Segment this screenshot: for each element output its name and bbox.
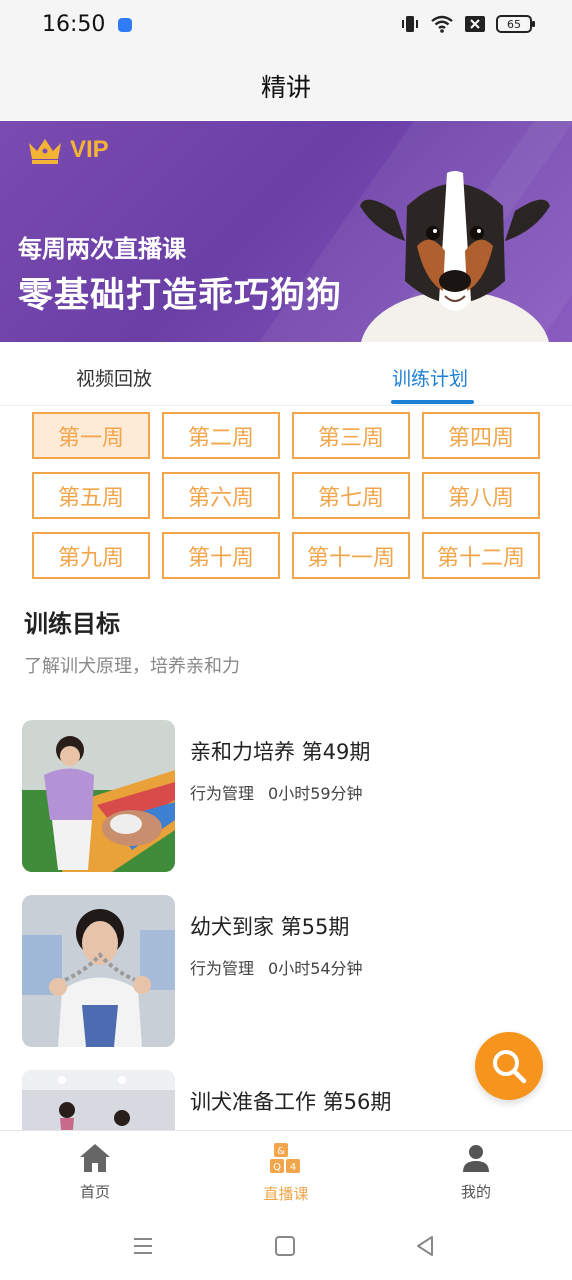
week-button-9[interactable]: 第九周 — [32, 532, 150, 579]
week-button-4[interactable]: 第四周 — [422, 412, 540, 459]
app-screen: 16:50 65 精讲 VIP 每周两次直播课 零基础打造乖巧狗狗 视频回放 训… — [0, 0, 572, 1280]
no-sim-icon — [465, 16, 485, 32]
course-meta: 行为管理 0小时59分钟 — [190, 780, 377, 804]
tabbar-item-home[interactable]: 首页 — [50, 1141, 140, 1202]
content-tabs: 视频回放 训练计划 — [0, 342, 572, 406]
app-notification-icon — [118, 18, 132, 32]
status-icons: 65 — [400, 14, 535, 34]
tabbar-item-mine[interactable]: 我的 — [431, 1141, 521, 1202]
dog-illustration — [360, 171, 550, 342]
back-icon[interactable] — [413, 1234, 437, 1258]
tab-training-plan[interactable]: 训练计划 — [392, 364, 468, 391]
course-meta: 行为管理 0小时54分钟 — [190, 955, 377, 979]
course-thumbnail — [22, 895, 175, 1047]
week-selector: 第一周 第二周 第三周 第四周 第五周 第六周 第七周 第八周 第九周 第十周 … — [32, 412, 542, 579]
vibrate-icon — [402, 16, 418, 32]
course-category: 行为管理 — [190, 959, 255, 978]
week-button-12[interactable]: 第十二周 — [422, 532, 540, 579]
tabbar-label-live: 直播课 — [263, 1185, 309, 1203]
tabbar-item-live[interactable]: & Q 4 直播课 — [241, 1141, 331, 1204]
svg-text:Q: Q — [273, 1162, 281, 1173]
training-goal-description: 了解训犬原理，培养亲和力 — [24, 656, 240, 677]
course-item[interactable]: 幼犬到家 第55期 行为管理 0小时54分钟 — [22, 895, 552, 1047]
banner-subtitle: 每周两次直播课 — [18, 235, 186, 263]
system-nav-bar — [0, 1214, 572, 1280]
tabbar-label-home: 首页 — [79, 1183, 110, 1201]
week-button-7[interactable]: 第七周 — [292, 472, 410, 519]
search-icon — [493, 1050, 527, 1084]
week-button-10[interactable]: 第十周 — [162, 532, 280, 579]
course-thumbnail — [22, 720, 175, 872]
status-bar: 16:50 65 — [0, 0, 572, 52]
course-item[interactable]: 亲和力培养 第49期 行为管理 0小时59分钟 — [22, 720, 552, 872]
active-tab-indicator — [391, 400, 474, 404]
tabbar-label-mine: 我的 — [460, 1183, 491, 1201]
qa-blocks-icon: & Q 4 — [270, 1143, 300, 1173]
banner-headline: 零基础打造乖巧狗狗 — [18, 276, 343, 316]
search-button[interactable] — [475, 1032, 543, 1100]
wifi-icon — [431, 15, 453, 33]
week-button-11[interactable]: 第十一周 — [292, 532, 410, 579]
vip-label: VIP — [70, 136, 109, 163]
bottom-tab-bar: 首页 & Q 4 直播课 我的 — [0, 1130, 572, 1214]
course-duration: 0小时59分钟 — [268, 784, 363, 803]
vip-banner[interactable]: VIP 每周两次直播课 零基础打造乖巧狗狗 — [0, 121, 572, 342]
training-goal-heading: 训练目标 — [24, 610, 120, 638]
crown-icon — [29, 139, 61, 164]
tab-video-replay[interactable]: 视频回放 — [76, 364, 152, 391]
course-title: 训犬准备工作 第56期 — [190, 1090, 392, 1114]
svg-text:4: 4 — [290, 1162, 296, 1173]
week-button-1[interactable]: 第一周 — [32, 412, 150, 459]
course-title: 幼犬到家 第55期 — [190, 915, 350, 939]
nav-bar: 精讲 — [0, 52, 572, 120]
week-button-8[interactable]: 第八周 — [422, 472, 540, 519]
week-button-3[interactable]: 第三周 — [292, 412, 410, 459]
course-category: 行为管理 — [190, 784, 255, 803]
week-button-5[interactable]: 第五周 — [32, 472, 150, 519]
menu-icon[interactable] — [131, 1234, 155, 1258]
week-button-2[interactable]: 第二周 — [162, 412, 280, 459]
home-square-icon[interactable] — [273, 1234, 297, 1258]
course-thumbnail — [22, 1070, 175, 1130]
user-icon — [463, 1145, 489, 1172]
battery-indicator: 65 — [496, 15, 535, 33]
course-duration: 0小时54分钟 — [268, 959, 363, 978]
home-icon — [80, 1144, 110, 1172]
course-item[interactable]: 训犬准备工作 第56期 — [22, 1070, 552, 1130]
svg-text:&: & — [277, 1146, 285, 1157]
page-title: 精讲 — [260, 73, 311, 102]
week-button-6[interactable]: 第六周 — [162, 472, 280, 519]
status-time: 16:50 — [42, 12, 106, 37]
course-title: 亲和力培养 第49期 — [190, 740, 371, 764]
vip-badge: VIP — [26, 135, 109, 165]
